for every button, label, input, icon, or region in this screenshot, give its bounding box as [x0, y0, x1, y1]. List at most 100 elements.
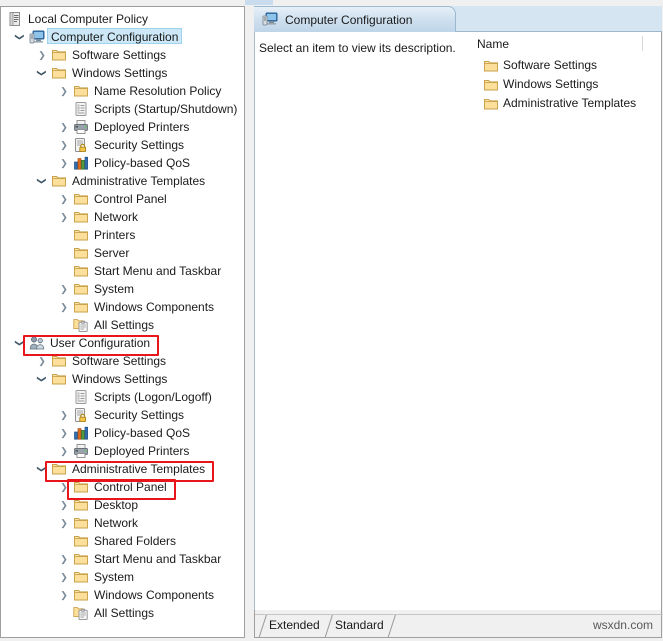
folder-icon	[73, 245, 89, 261]
tree-item[interactable]: ❯ Windows Components	[1, 586, 244, 604]
tree-item-label: All Settings	[94, 606, 155, 620]
tree-item[interactable]: ❯ Software Settings	[1, 46, 244, 64]
column-header-name: Name	[477, 37, 510, 51]
tree-item[interactable]: ❯ System	[1, 568, 244, 586]
tree-item[interactable]: ❯ Computer Configuration	[1, 28, 244, 46]
tree-item[interactable]: Local Computer Policy	[1, 10, 244, 28]
policy-tree[interactable]: Local Computer Policy ❯ Computer Configura…	[1, 10, 244, 622]
tree-item-label: Computer Configuration	[47, 28, 183, 44]
list-items-container[interactable]: Software Settings Windows Settings Adminis…	[471, 56, 661, 113]
chevron-down-icon[interactable]: ❯	[11, 335, 29, 351]
console-tree-pane[interactable]: Local Computer Policy ❯ Computer Configura…	[0, 6, 245, 638]
chevron-down-icon[interactable]: ❯	[33, 173, 51, 189]
tree-item[interactable]: ❯ Security Settings	[1, 136, 244, 154]
tree-item[interactable]: Shared Folders	[1, 532, 244, 550]
tree-item[interactable]: ❯ Policy-based QoS	[1, 424, 244, 442]
tree-item[interactable]: ❯ Control Panel	[1, 478, 244, 496]
chevron-down-icon[interactable]: ❯	[11, 29, 29, 45]
list-item[interactable]: Administrative Templates	[471, 94, 661, 113]
tree-item[interactable]: ❯ Policy-based QoS	[1, 154, 244, 172]
tree-item-label: Administrative Templates	[72, 174, 206, 188]
chevron-down-icon[interactable]: ❯	[33, 371, 51, 387]
chevron-right-icon[interactable]: ❯	[56, 496, 72, 514]
chevron-right-icon[interactable]: ❯	[56, 550, 72, 568]
tree-item-label: Start Menu and Taskbar	[94, 552, 222, 566]
folder-icon	[73, 83, 89, 99]
tree-item[interactable]: ❯ Control Panel	[1, 190, 244, 208]
chevron-down-icon[interactable]: ❯	[33, 65, 51, 81]
script-icon	[73, 101, 89, 117]
folder-icon	[51, 173, 67, 189]
chevron-right-icon[interactable]: ❯	[56, 514, 72, 532]
chevron-right-icon[interactable]: ❯	[56, 478, 72, 496]
tree-item[interactable]: Start Menu and Taskbar	[1, 262, 244, 280]
result-pane-body: Select an item to view its description. …	[254, 32, 662, 610]
chevron-right-icon[interactable]: ❯	[56, 280, 72, 298]
chevron-right-icon[interactable]: ❯	[56, 586, 72, 604]
tree-item[interactable]: ❯ Administrative Templates	[1, 460, 244, 478]
script-icon	[73, 389, 89, 405]
chevron-down-icon[interactable]: ❯	[33, 461, 51, 477]
tree-item-label: Shared Folders	[94, 534, 177, 548]
chevron-right-icon[interactable]: ❯	[56, 298, 72, 316]
chevron-right-icon[interactable]: ❯	[56, 442, 72, 460]
tree-item-label: Windows Components	[94, 588, 215, 602]
tree-item[interactable]: Server	[1, 244, 244, 262]
column-divider[interactable]	[642, 36, 643, 51]
tree-item[interactable]: Scripts (Logon/Logoff)	[1, 388, 244, 406]
tree-item[interactable]: ❯ Start Menu and Taskbar	[1, 550, 244, 568]
chevron-right-icon[interactable]: ❯	[56, 208, 72, 226]
tree-item[interactable]: All Settings	[1, 316, 244, 334]
tree-item[interactable]: ❯ Software Settings	[1, 352, 244, 370]
view-tab-standard[interactable]: Standard	[325, 615, 390, 637]
tree-item[interactable]: ❯ Desktop	[1, 496, 244, 514]
tree-item[interactable]: ❯ Windows Components	[1, 298, 244, 316]
description-text: Select an item to view its description.	[259, 41, 456, 55]
tree-item[interactable]: ❯ Network	[1, 514, 244, 532]
printer-icon	[73, 119, 89, 135]
tree-item[interactable]: ❯ Administrative Templates	[1, 172, 244, 190]
chevron-right-icon[interactable]: ❯	[56, 424, 72, 442]
tree-item[interactable]: ❯ Security Settings	[1, 406, 244, 424]
tree-item[interactable]: ❯ Name Resolution Policy	[1, 82, 244, 100]
pane-splitter[interactable]	[246, 6, 254, 638]
view-tab-extended[interactable]: Extended	[259, 615, 326, 637]
folder-icon	[51, 65, 67, 81]
tree-item[interactable]: ❯ Windows Settings	[1, 64, 244, 82]
tree-item-label: Windows Components	[94, 300, 215, 314]
tree-item-label: Software Settings	[72, 48, 167, 62]
tab-computer-configuration[interactable]: Computer Configuration	[254, 6, 456, 32]
chevron-right-icon[interactable]: ❯	[56, 406, 72, 424]
tree-item[interactable]: ❯ Network	[1, 208, 244, 226]
tree-item-label: Control Panel	[94, 192, 167, 206]
chevron-right-icon[interactable]: ❯	[56, 118, 72, 136]
folder-icon	[483, 77, 499, 93]
chevron-right-icon[interactable]: ❯	[56, 82, 72, 100]
list-item[interactable]: Windows Settings	[471, 75, 661, 94]
list-column-header[interactable]: Name	[471, 32, 661, 56]
items-list[interactable]: Name Software Settings Windows Settings Ad…	[471, 32, 661, 610]
tree-item-label: Deployed Printers	[94, 444, 190, 458]
result-pane: Computer Configuration Select an item to…	[254, 6, 663, 638]
list-item-label: Windows Settings	[503, 77, 599, 91]
tree-item[interactable]: ❯ Windows Settings	[1, 370, 244, 388]
chevron-right-icon[interactable]: ❯	[56, 136, 72, 154]
chevron-right-icon[interactable]: ❯	[56, 190, 72, 208]
chevron-right-icon[interactable]: ❯	[34, 46, 50, 64]
tree-item[interactable]: ❯ User Configuration	[1, 334, 244, 352]
chevron-right-icon[interactable]: ❯	[56, 568, 72, 586]
folder-icon	[73, 209, 89, 225]
folder-icon	[73, 479, 89, 495]
folder-icon	[73, 533, 89, 549]
list-item[interactable]: Software Settings	[471, 56, 661, 75]
tree-item[interactable]: Printers	[1, 226, 244, 244]
tree-item[interactable]: ❯ Deployed Printers	[1, 118, 244, 136]
folder-icon	[483, 96, 499, 112]
tree-item[interactable]: ❯ Deployed Printers	[1, 442, 244, 460]
tree-item-label: Local Computer Policy	[28, 12, 149, 26]
chevron-right-icon[interactable]: ❯	[56, 154, 72, 172]
chevron-right-icon[interactable]: ❯	[34, 352, 50, 370]
tree-item[interactable]: ❯ System	[1, 280, 244, 298]
tree-item[interactable]: Scripts (Startup/Shutdown)	[1, 100, 244, 118]
tree-item[interactable]: All Settings	[1, 604, 244, 622]
